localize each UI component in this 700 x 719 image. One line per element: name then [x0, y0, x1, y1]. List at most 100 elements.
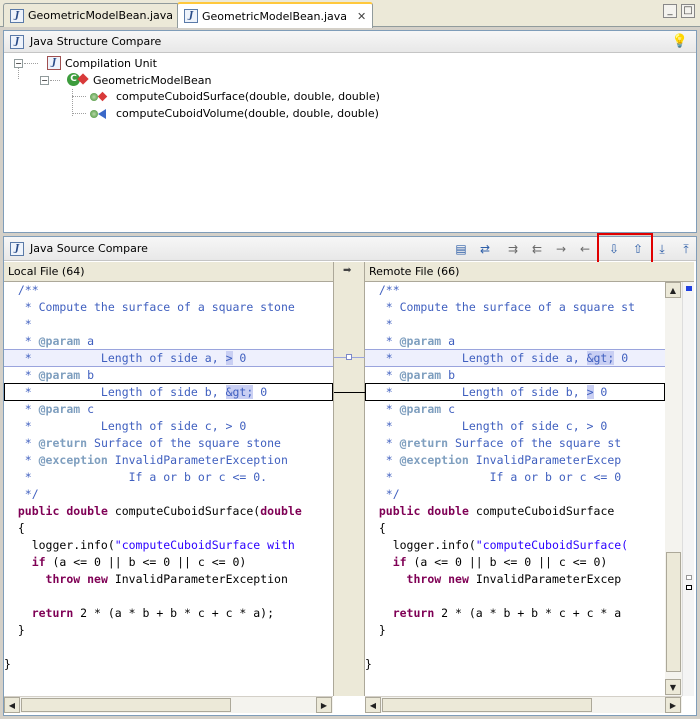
code-line: * Length of side b, > 0	[365, 385, 608, 399]
copy-all-left-to-right-icon[interactable]: ⇉	[504, 240, 522, 258]
source-compare-icon: J	[10, 241, 24, 256]
tree-label: computeCuboidVolume(double, double, doub…	[116, 107, 379, 120]
code-line: * Compute the surface of a square stone	[4, 300, 295, 314]
local-code-viewer[interactable]: /** * Compute the surface of a square st…	[4, 282, 333, 696]
editor-tab-bar: J GeometricModelBean.java J GeometricMod…	[0, 0, 700, 28]
scroll-thumb[interactable]	[21, 698, 231, 712]
scroll-left-icon[interactable]: ◀	[4, 697, 20, 713]
copy-all-right-to-left-icon[interactable]: ⇇	[528, 240, 546, 258]
code-line: return 2 * (a * b + b * c + c * a	[392, 606, 622, 620]
code-line: */	[365, 487, 400, 501]
editor-tab-1[interactable]: J GeometricModelBean.java	[3, 3, 181, 27]
scroll-down-icon[interactable]: ▼	[665, 679, 681, 695]
highlight-box	[597, 233, 653, 265]
local-file-header: Local File (64)	[4, 262, 333, 282]
ancestor-pane-icon[interactable]: ▤	[452, 240, 470, 258]
editor-tab-2[interactable]: J GeometricModelBean.java ✕	[177, 2, 374, 28]
tree-line	[24, 63, 38, 64]
compilation-unit-icon: J	[47, 56, 61, 70]
vertical-scrollbar[interactable]: ▲ ▼	[665, 282, 682, 696]
tree-node-class[interactable]: − C GeometricModelBean	[40, 73, 212, 87]
scroll-right-icon[interactable]: ▶	[316, 697, 332, 713]
local-file-label: Local File (64)	[8, 265, 85, 278]
code-line: * Length of side c, > 0	[365, 419, 608, 433]
method-added-icon	[90, 108, 112, 120]
code-line: public double computeCuboidSurface	[378, 504, 615, 518]
tree-node-method-surface[interactable]: computeCuboidSurface(double, double, dou…	[72, 90, 380, 103]
scroll-thumb[interactable]	[382, 698, 592, 712]
structure-compare-pane: J Java Structure Compare 💡 − J Compilati…	[3, 30, 697, 233]
code-line: }	[4, 623, 25, 637]
code-line: *	[4, 317, 32, 331]
code-line: throw new InvalidParameterException	[45, 572, 288, 586]
code-line: * @exception InvalidParameterExcep	[365, 453, 622, 467]
remote-horizontal-scrollbar[interactable]: ◀ ▶	[365, 696, 682, 713]
lightbulb-icon[interactable]: 💡	[672, 34, 688, 49]
code-line: throw new InvalidParameterExcep	[406, 572, 622, 586]
code-line: * @return Surface of the square st	[365, 436, 622, 450]
scroll-right-icon[interactable]: ▶	[665, 697, 681, 713]
code-line: /**	[365, 283, 400, 297]
overview-mark	[686, 585, 692, 590]
code-line: * @return Surface of the square stone	[4, 436, 281, 450]
code-line: }	[4, 657, 11, 671]
collapse-icon[interactable]: −	[14, 58, 23, 68]
code-line: * @param b	[365, 368, 456, 382]
java-file-icon: J	[10, 8, 24, 23]
scroll-thumb[interactable]	[666, 552, 681, 672]
class-icon: C	[67, 73, 89, 87]
tree-line	[72, 113, 86, 114]
next-change-icon[interactable]: ⤓	[653, 240, 671, 258]
code-line: * Length of side a, &gt; 0	[365, 351, 629, 365]
source-compare-title: Java Source Compare	[30, 242, 148, 255]
code-line: if (a <= 0 || b <= 0 || c <= 0)	[392, 555, 608, 569]
code-line: return 2 * (a * b + b * c + c * a);	[31, 606, 275, 620]
copy-current-left-to-right-icon[interactable]: →	[552, 240, 570, 258]
minimize-button[interactable]: _	[663, 4, 677, 18]
structure-compare-header: J Java Structure Compare 💡	[4, 31, 696, 53]
code-line: * Compute the surface of a square st	[365, 300, 636, 314]
overview-mark	[686, 286, 692, 291]
code-line: * If a or b or c <= 0.	[4, 470, 268, 484]
tree-label: computeCuboidSurface(double, double, dou…	[116, 90, 380, 103]
code-line: * @param a	[365, 334, 456, 348]
collapse-icon[interactable]: −	[40, 75, 49, 85]
scroll-left-icon[interactable]: ◀	[365, 697, 381, 713]
tree-node-method-volume[interactable]: computeCuboidVolume(double, double, doub…	[72, 107, 379, 120]
remote-file-header: Remote File (66)	[365, 262, 694, 282]
scroll-up-icon[interactable]: ▲	[665, 282, 681, 298]
maximize-button[interactable]: □	[681, 4, 695, 18]
code-line: }	[365, 657, 372, 671]
diff-center-strip: ➡	[333, 262, 366, 696]
tab-label: GeometricModelBean.java	[28, 9, 174, 22]
local-horizontal-scrollbar[interactable]: ◀ ▶	[4, 696, 333, 713]
copy-arrow-icon[interactable]: ➡	[343, 265, 351, 276]
code-line: * @exception InvalidParameterException	[4, 453, 288, 467]
overview-mark	[686, 575, 692, 580]
code-line: }	[365, 623, 386, 637]
code-line: * @param c	[365, 402, 456, 416]
remote-file-label: Remote File (66)	[369, 265, 460, 278]
tree-node-compilation-unit[interactable]: − J Compilation Unit	[14, 56, 157, 70]
code-line: */	[4, 487, 39, 501]
previous-change-icon[interactable]: ⤒	[677, 240, 695, 258]
code-line: /**	[4, 283, 39, 297]
tree-label: Compilation Unit	[65, 56, 157, 70]
remote-code-viewer[interactable]: /** * Compute the surface of a square st…	[365, 282, 665, 696]
code-line: logger.info("computeCuboidSurface(	[365, 538, 629, 552]
close-tab-icon[interactable]: ✕	[357, 10, 366, 23]
method-changed-icon	[90, 91, 112, 103]
compare-file-icon: J	[184, 9, 198, 23]
diff-connector-current	[334, 392, 366, 393]
tree-line	[72, 96, 86, 97]
structure-compare-title: Java Structure Compare	[30, 35, 162, 48]
swap-sides-icon[interactable]: ⇄	[476, 240, 494, 258]
code-line: {	[4, 521, 25, 535]
code-line: * Length of side c, > 0	[4, 419, 247, 433]
structure-compare-icon: J	[10, 34, 24, 49]
code-line: if (a <= 0 || b <= 0 || c <= 0)	[31, 555, 247, 569]
copy-current-right-to-left-icon[interactable]: ←	[576, 240, 594, 258]
